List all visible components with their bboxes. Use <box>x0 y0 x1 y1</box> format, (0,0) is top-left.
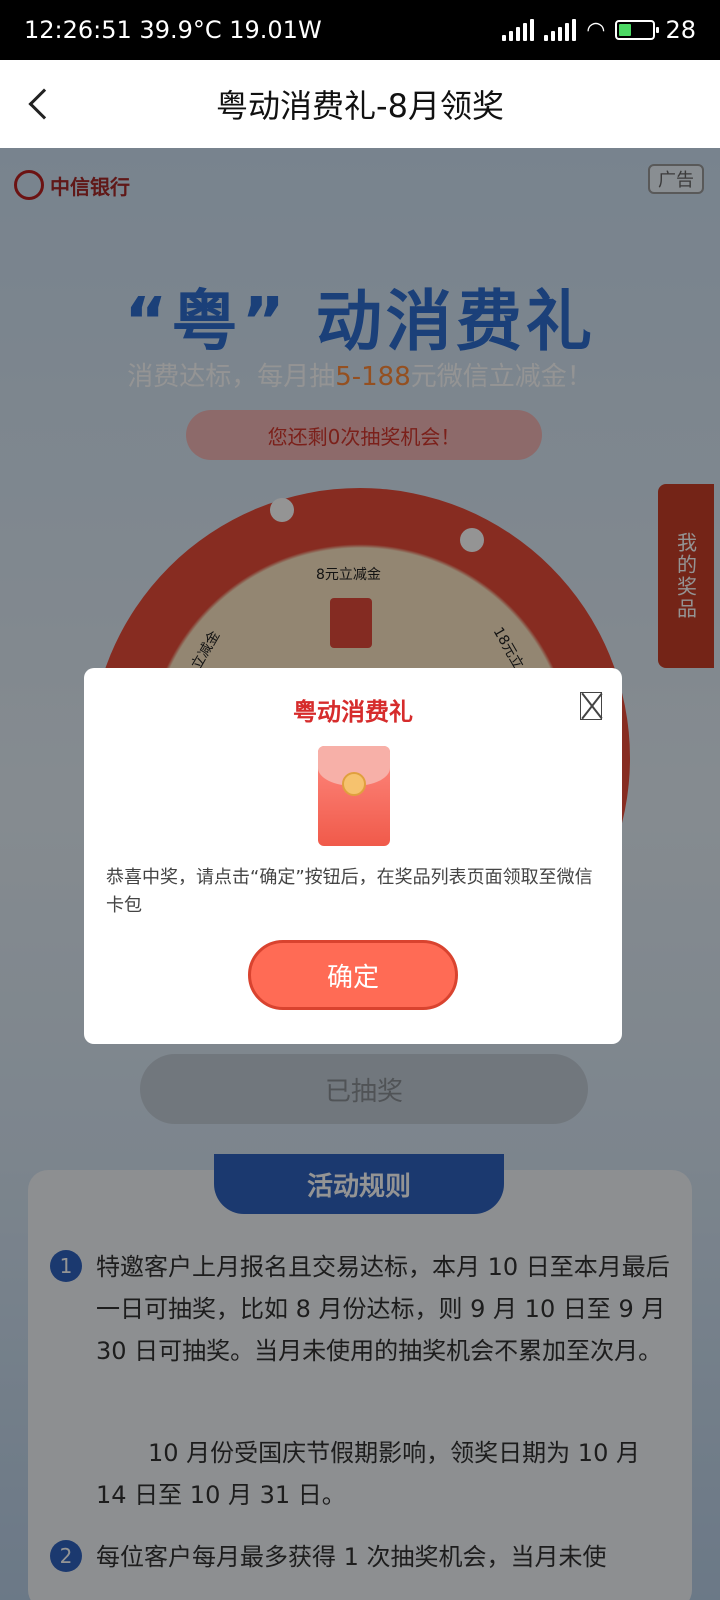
signal-icon <box>544 19 577 41</box>
battery-level: 28 <box>665 16 696 44</box>
dialog-title: 粤动消费礼 <box>293 698 413 726</box>
wifi-icon: ◠ <box>586 17 606 43</box>
envelope-seal <box>342 772 366 796</box>
red-envelope-icon <box>318 746 390 846</box>
battery-icon <box>615 20 660 40</box>
chevron-left-icon <box>28 88 60 120</box>
status-icons: ◠ 28 <box>502 16 696 44</box>
signal-icon <box>502 19 535 41</box>
dialog-message: 恭喜中奖，请点击“确定”按钮后，在奖品列表页面领取至微信卡包 <box>106 867 593 916</box>
prize-dialog: 粤动消费礼 恭喜中奖，请点击“确定”按钮后，在奖品列表页面领取至微信卡包 确定 <box>84 668 622 1044</box>
status-bar: 12:26:51 39.9°C 19.01W ◠ 28 <box>0 0 720 60</box>
confirm-button[interactable]: 确定 <box>248 940 458 1010</box>
close-icon[interactable] <box>580 692 602 720</box>
back-button[interactable] <box>14 78 66 130</box>
title-bar: 粤动消费礼-8月领奖 <box>0 60 720 148</box>
status-time-info: 12:26:51 39.9°C 19.01W <box>24 16 322 44</box>
page-title: 粤动消费礼-8月领奖 <box>216 87 504 125</box>
